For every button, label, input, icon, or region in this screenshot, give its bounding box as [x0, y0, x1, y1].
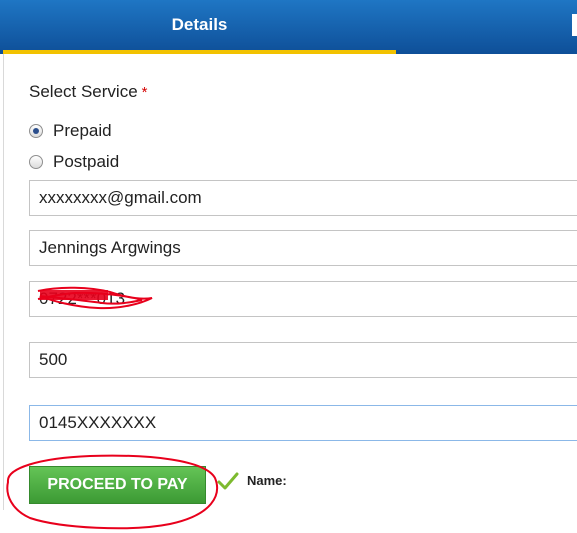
radio-postpaid[interactable]: [29, 155, 43, 169]
radio-prepaid-label: Prepaid: [53, 121, 112, 140]
email-field[interactable]: [29, 180, 577, 216]
account-number-field[interactable]: [29, 405, 577, 441]
select-service-label: Select Service *: [29, 82, 148, 102]
select-service-text: Select Service: [29, 82, 138, 101]
name-status-label: Name:: [247, 473, 287, 488]
name-field[interactable]: [29, 230, 577, 266]
tab-divider: [572, 14, 577, 36]
checkmark-icon: [217, 472, 239, 490]
tab-details[interactable]: Details: [3, 0, 396, 54]
radio-prepaid[interactable]: [29, 124, 43, 138]
radio-postpaid-row[interactable]: Postpaid: [29, 152, 119, 172]
tab-bar: Details: [0, 0, 577, 54]
radio-postpaid-label: Postpaid: [53, 152, 120, 171]
required-marker: *: [141, 84, 148, 101]
proceed-to-pay-button[interactable]: PROCEED TO PAY: [29, 466, 206, 504]
amount-field[interactable]: [29, 342, 577, 378]
phone-field[interactable]: [29, 281, 577, 317]
radio-prepaid-row[interactable]: Prepaid: [29, 121, 112, 141]
